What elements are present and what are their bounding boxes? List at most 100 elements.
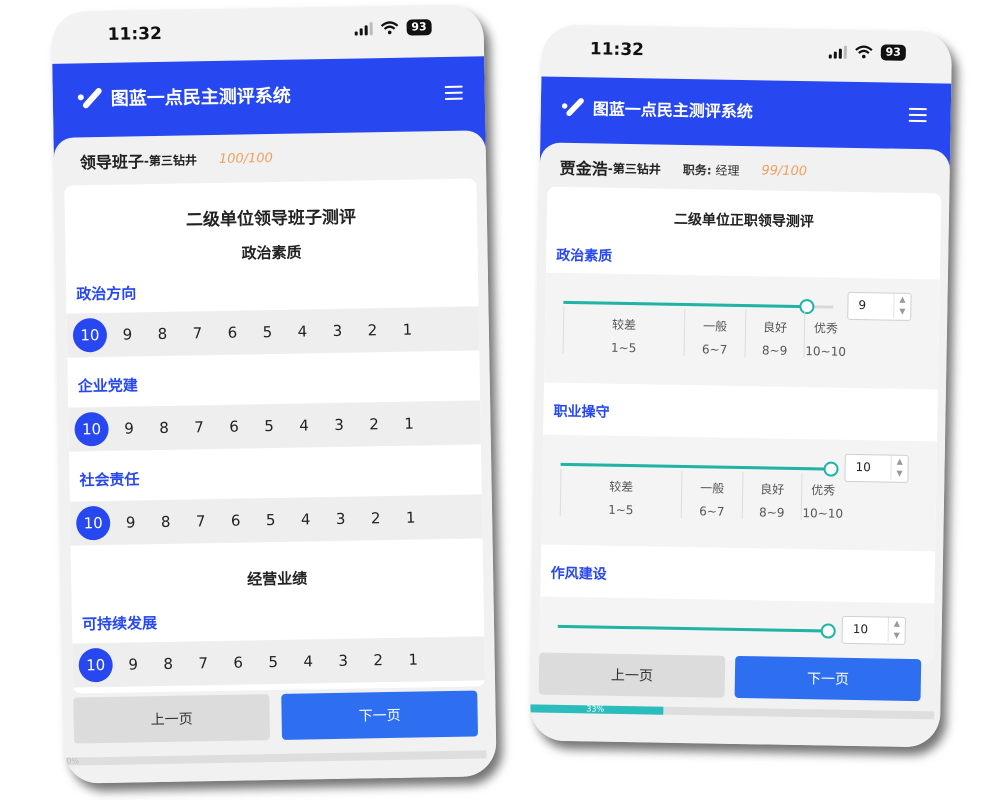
score-option-9[interactable]: 9 — [113, 513, 148, 532]
next-page-button[interactable]: 下一页 — [281, 690, 479, 740]
score-selector[interactable]: 10 9 8 7 6 5 4 3 2 1 — [69, 494, 483, 546]
score-option-7[interactable]: 7 — [183, 512, 218, 531]
score-option-4[interactable]: 4 — [291, 652, 326, 671]
next-page-button[interactable]: 下一页 — [734, 655, 922, 702]
score-option-10[interactable]: 10 — [74, 411, 109, 447]
score-option-10[interactable]: 10 — [78, 647, 113, 683]
app-logo: 图蓝一点民主测评系统 — [561, 95, 753, 122]
scale-column: 优秀 10~10 — [800, 473, 845, 521]
scale-range: 10~10 — [802, 506, 844, 521]
logo-icon — [561, 98, 584, 117]
scale-text: 较差 — [609, 479, 634, 495]
score-option-1[interactable]: 1 — [390, 320, 425, 339]
scale-column: 较差 1~5 — [562, 306, 685, 356]
score-stepper[interactable]: 9 ▲ ▼ — [847, 291, 912, 321]
scale-column: 良好 8~9 — [741, 472, 802, 521]
score-option-5[interactable]: 5 — [250, 323, 285, 342]
score-option-7[interactable]: 7 — [180, 324, 215, 343]
score-option-7[interactable]: 7 — [186, 654, 221, 673]
score-option-6[interactable]: 6 — [216, 417, 251, 436]
score-option-8[interactable]: 8 — [146, 419, 181, 438]
criterion-label: 企业党建 — [77, 376, 139, 396]
slider-handle[interactable] — [820, 623, 836, 639]
logo-icon — [77, 88, 102, 109]
prev-page-button[interactable]: 上一页 — [538, 652, 726, 698]
status-bar: 11:32 93 — [51, 4, 485, 64]
stepper-arrows-icon[interactable]: ▲ ▼ — [887, 617, 905, 642]
score-option-4[interactable]: 4 — [288, 510, 323, 529]
score-option-2[interactable]: 2 — [356, 415, 391, 434]
score-option-3[interactable]: 3 — [320, 322, 355, 341]
stepper-value[interactable]: 9 — [858, 298, 866, 312]
scale-text: 优秀 — [813, 321, 839, 336]
score-option-5[interactable]: 5 — [251, 417, 286, 436]
scale-text: 优秀 — [811, 483, 836, 498]
stepper-value[interactable]: 10 — [853, 622, 869, 636]
score-selector[interactable]: 10 9 8 7 6 5 4 3 2 1 — [68, 400, 481, 452]
menu-icon[interactable] — [444, 85, 463, 100]
scale-range: 1~5 — [610, 340, 637, 356]
score-option-8[interactable]: 8 — [151, 655, 186, 674]
slider-fill — [557, 624, 828, 633]
status-bar: 11:32 93 — [541, 24, 953, 84]
score-option-10[interactable]: 10 — [72, 317, 108, 353]
scale-column: 优秀 10~10 — [803, 311, 848, 359]
score-option-2[interactable]: 2 — [355, 321, 390, 340]
signal-icon — [354, 21, 373, 36]
scale-column: 一般 6~7 — [680, 470, 743, 520]
score-option-2[interactable]: 2 — [361, 651, 396, 670]
status-icons: 93 — [354, 19, 432, 36]
signal-icon — [828, 45, 847, 59]
score-option-8[interactable]: 8 — [148, 513, 183, 532]
evaluation-form: 二级单位正职领导测评 政治素质 9 ▲ ▼ 较差 1~5 一般 6~7 良好 8~9 优秀 10~1… — [539, 186, 942, 664]
prev-page-button[interactable]: 上一页 — [73, 694, 271, 744]
score-selector[interactable]: 10 9 8 7 6 5 4 3 2 1 — [66, 306, 480, 358]
score-option-8[interactable]: 8 — [145, 325, 180, 344]
stepper-arrows-icon[interactable]: ▲ ▼ — [893, 293, 911, 318]
app-title: 图蓝一点民主测评系统 — [592, 99, 753, 122]
score-option-1[interactable]: 1 — [396, 650, 431, 669]
phone-screen-leader-evaluation: 11:32 93 图蓝一点民主测评系统 贾金浩 -第三钻井 职务: 经理 99/… — [529, 24, 953, 748]
score-option-1[interactable]: 1 — [393, 508, 428, 527]
score-option-6[interactable]: 6 — [218, 511, 253, 530]
menu-icon[interactable] — [908, 107, 927, 123]
score-option-10[interactable]: 10 — [75, 505, 111, 541]
criterion-label: 职业操守 — [553, 403, 610, 421]
app-title: 图蓝一点民主测评系统 — [110, 85, 291, 110]
form-title: 二级单位正职领导测评 — [673, 211, 815, 231]
score-option-4[interactable]: 4 — [285, 322, 320, 341]
scale-text: 良好 — [762, 320, 788, 335]
scale-range: 6~7 — [699, 504, 725, 519]
content-sheet: 领导班子 -第三钻井 100/100 二级单位领导班子测评 政治素质 政治方向 … — [53, 130, 497, 784]
wifi-icon — [854, 45, 873, 59]
score-option-3[interactable]: 3 — [323, 510, 358, 529]
score-option-4[interactable]: 4 — [286, 416, 321, 435]
score-option-5[interactable]: 5 — [256, 653, 291, 672]
duty-value: 经理 — [715, 163, 740, 178]
stepper-value[interactable]: 10 — [855, 460, 871, 474]
score-option-6[interactable]: 6 — [215, 323, 250, 342]
score-option-9[interactable]: 9 — [116, 655, 151, 674]
battery-icon: 93 — [406, 19, 432, 36]
score-option-9[interactable]: 9 — [110, 325, 145, 344]
duty-info: 职务: 经理 — [683, 160, 740, 178]
duty-label: 职务: — [682, 162, 712, 177]
score-option-9[interactable]: 9 — [111, 419, 146, 438]
score-option-3[interactable]: 3 — [321, 416, 356, 435]
score-option-6[interactable]: 6 — [221, 653, 256, 672]
score-option-5[interactable]: 5 — [253, 511, 288, 530]
scale-range: 6~7 — [701, 342, 728, 357]
scale-text: 一般 — [702, 319, 728, 334]
score-option-1[interactable]: 1 — [391, 414, 426, 433]
status-icons: 93 — [828, 43, 906, 61]
score-stepper[interactable]: 10 ▲ ▼ — [844, 453, 909, 483]
score-option-2[interactable]: 2 — [358, 509, 393, 528]
stepper-arrows-icon[interactable]: ▲ ▼ — [890, 455, 908, 480]
score-selector[interactable]: 10 9 8 7 6 5 4 3 2 1 — [72, 636, 486, 688]
progress-bar: 33% — [530, 704, 935, 720]
score-option-3[interactable]: 3 — [326, 652, 361, 671]
score-option-7[interactable]: 7 — [181, 418, 216, 437]
subject-unit: -第三钻井 — [143, 152, 198, 168]
score-stepper[interactable]: 10 ▲ ▼ — [841, 615, 906, 645]
scale-range: 1~5 — [608, 502, 634, 518]
